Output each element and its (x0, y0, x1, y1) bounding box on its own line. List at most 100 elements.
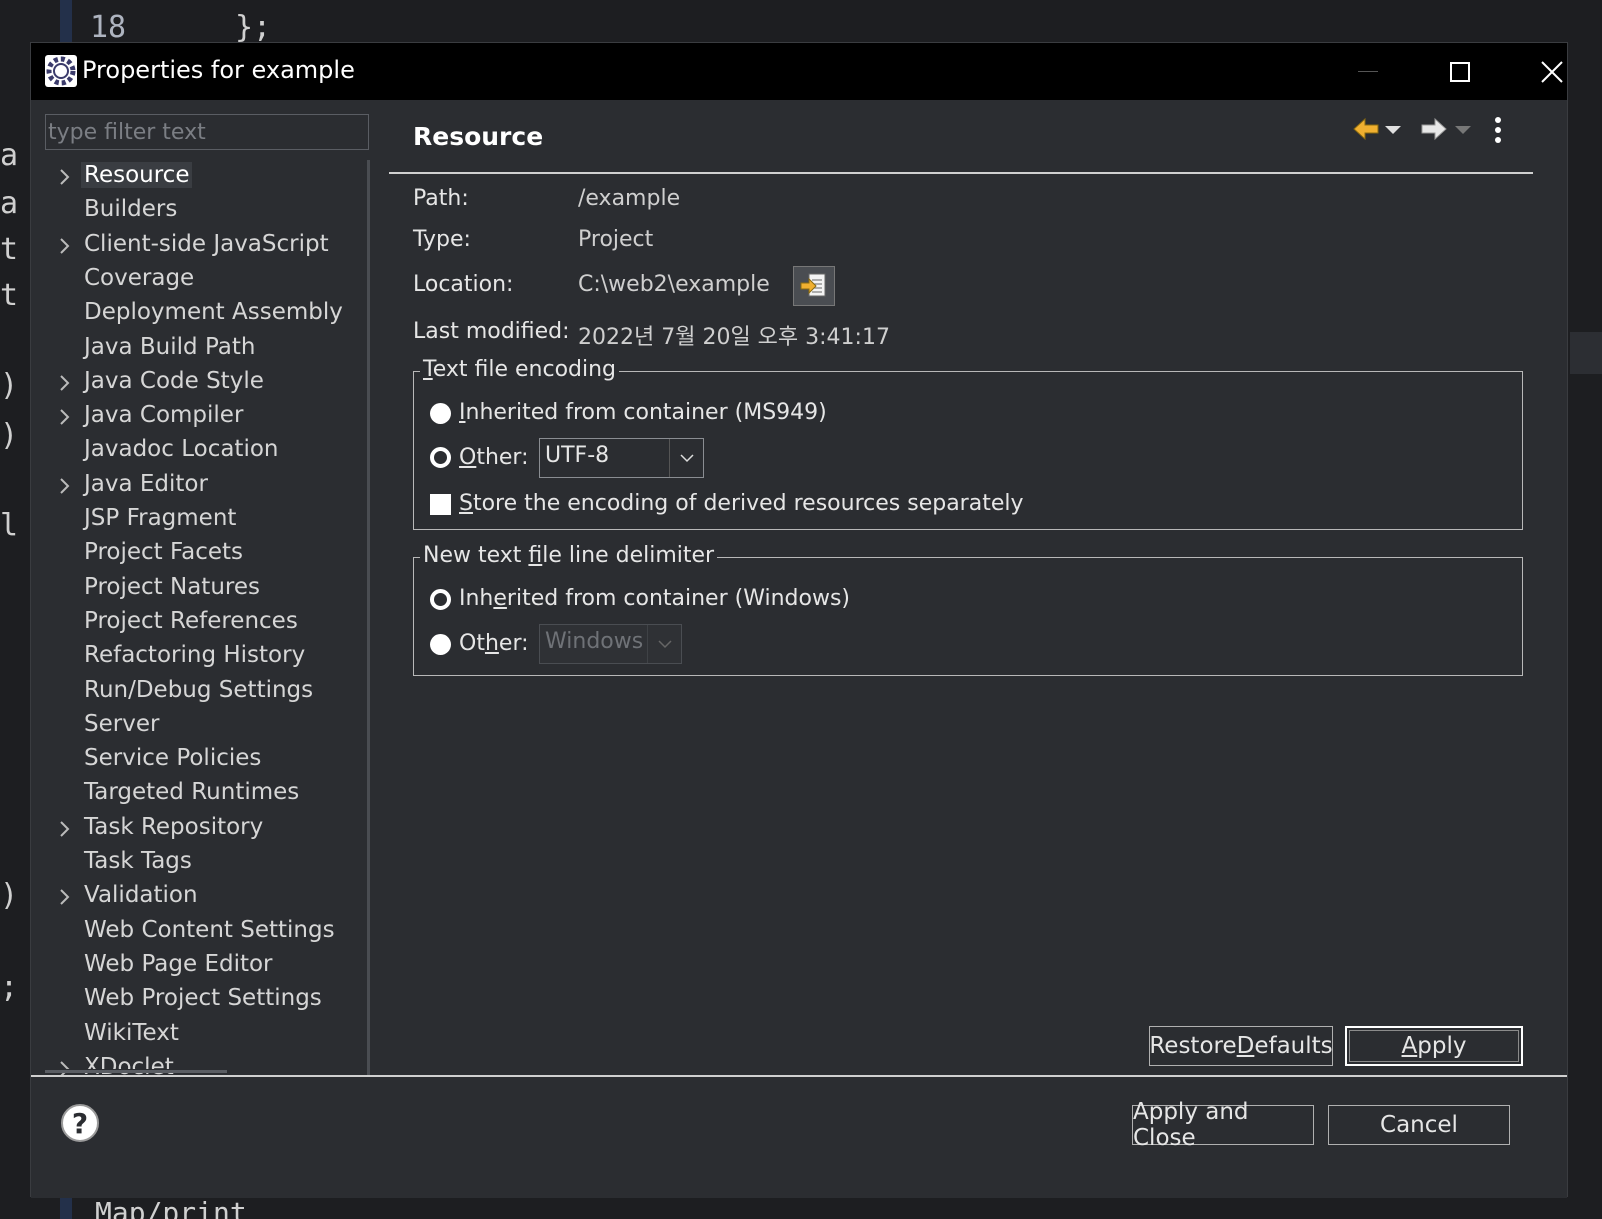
tree-item[interactable]: Coverage (45, 263, 365, 297)
chevron-right-icon[interactable] (59, 406, 71, 428)
tree-item[interactable]: Javadoc Location (45, 434, 365, 468)
tree-item[interactable]: Refactoring History (45, 640, 365, 674)
tree-item[interactable]: Web Page Editor (45, 949, 365, 983)
tree-item[interactable]: Server (45, 709, 365, 743)
editor-marker (1570, 332, 1602, 374)
label-pre: Inh (459, 586, 494, 611)
tree-item[interactable]: Run/Debug Settings (45, 675, 365, 709)
tree-item[interactable]: Deployment Assembly (45, 297, 365, 331)
code-fragment-bottom: Map/print (95, 1196, 247, 1219)
tree-item[interactable]: Task Repository (45, 812, 365, 846)
apply-and-close-button[interactable]: Apply and Close (1132, 1099, 1314, 1151)
label-rest: er: (498, 631, 529, 656)
encoding-inherited-label[interactable]: Inherited from container (MS949) (459, 400, 827, 425)
show-in-explorer-button[interactable] (793, 266, 835, 306)
forward-arrow-icon[interactable] (1419, 114, 1449, 144)
tree-item-label: Project Natures (84, 573, 260, 600)
delimiter-inherited-radio[interactable] (430, 589, 451, 610)
last-modified-label: Last modified: (413, 319, 570, 344)
type-value: Project (578, 227, 654, 252)
tree-item-label: Server (84, 710, 160, 737)
maximize-button[interactable] (1414, 43, 1506, 100)
tree-item[interactable]: Builders (45, 194, 365, 228)
minimize-icon (1358, 71, 1378, 72)
tree-item[interactable]: Project Natures (45, 572, 365, 606)
tree-item-label: JSP Fragment (84, 505, 237, 531)
back-arrow-icon[interactable] (1351, 114, 1381, 144)
title-separator (389, 172, 1533, 174)
help-icon[interactable]: ? (61, 1104, 99, 1142)
label-rest: pply (1417, 1033, 1467, 1059)
chevron-right-icon[interactable] (59, 475, 71, 497)
chevron-right-icon[interactable] (59, 1058, 71, 1076)
tree-item-label: Validation (84, 882, 198, 909)
code-fragment-left: l (0, 508, 19, 543)
back-dropdown-icon[interactable] (1384, 124, 1402, 136)
encoding-other-label[interactable]: Other: (459, 445, 529, 470)
chevron-right-icon[interactable] (59, 886, 71, 908)
tree-item-label: Targeted Runtimes (84, 779, 300, 806)
tree-item[interactable]: Java Code Style (45, 366, 365, 400)
delimiter-other-label[interactable]: Other: (459, 631, 529, 656)
delimiter-select[interactable]: Windows (539, 624, 682, 664)
tree-item-label: Project Facets (84, 539, 244, 566)
chevron-right-icon[interactable] (59, 372, 71, 394)
encoding-select[interactable]: UTF-8 (539, 438, 704, 478)
eclipse-gear-icon (45, 55, 77, 87)
encoding-inherited-radio[interactable] (430, 403, 451, 424)
tree-item[interactable]: Resource (45, 160, 365, 194)
minimize-button[interactable] (1322, 43, 1414, 100)
close-button[interactable] (1506, 43, 1598, 100)
tree-item[interactable]: Project Facets (45, 537, 365, 571)
tree-item[interactable]: WikiText (45, 1018, 365, 1052)
tree-item[interactable]: JSP Fragment (45, 503, 365, 537)
tree-item[interactable]: Java Compiler (45, 400, 365, 434)
filter-input[interactable] (45, 114, 369, 150)
tree-item[interactable]: Validation (45, 880, 365, 914)
text-encoding-title: Text file encoding (420, 357, 620, 382)
code-fragment-left: t (0, 278, 19, 313)
apply-button[interactable]: Apply (1345, 1026, 1523, 1066)
chevron-right-icon[interactable] (59, 166, 71, 188)
tree-item-label: Run/Debug Settings (84, 676, 314, 703)
tree-item-label: Web Content Settings (84, 916, 335, 943)
tree-item[interactable]: Service Policies (45, 743, 365, 777)
tree-item[interactable]: Web Content Settings (45, 915, 365, 949)
store-separately-label[interactable]: Store the encoding of derived resources … (459, 491, 1024, 516)
chevron-right-icon[interactable] (59, 235, 71, 257)
delimiter-other-radio[interactable] (430, 634, 451, 655)
tree-item-label: Java Build Path (84, 333, 256, 360)
open-folder-icon (800, 273, 826, 297)
view-menu-icon[interactable] (1494, 116, 1502, 146)
title-bar[interactable]: Properties for example (31, 43, 1567, 100)
close-icon (1541, 60, 1563, 83)
store-separately-checkbox[interactable] (430, 494, 451, 515)
mnemonic-key: T (423, 357, 433, 382)
page-title: Resource (413, 122, 544, 151)
tree-hscroll-thumb[interactable] (45, 1070, 227, 1073)
cancel-button[interactable]: Cancel (1328, 1105, 1510, 1145)
code-fragment-left: a (0, 186, 19, 221)
code-fragment: }; (235, 10, 272, 45)
restore-defaults-button[interactable]: Restore Defaults (1149, 1026, 1333, 1066)
tree-scrollbar[interactable] (367, 160, 370, 1076)
tree-item[interactable]: Web Project Settings (45, 983, 365, 1017)
tree-item[interactable]: Client-side JavaScript (45, 229, 365, 263)
tree-item-label: Refactoring History (84, 642, 306, 669)
tree-item[interactable]: Java Build Path (45, 332, 365, 366)
tree-item[interactable]: Project References (45, 606, 365, 640)
tree-item[interactable]: Targeted Runtimes (45, 777, 365, 811)
properties-dialog: Properties for example Resource Builders C… (30, 42, 1568, 1198)
text-encoding-group: Text file encoding Inherited from contai… (413, 357, 1523, 530)
maximize-icon (1450, 61, 1470, 82)
delimiter-inherited-label[interactable]: Inherited from container (Windows) (459, 586, 850, 611)
property-page: Resource Path: /example Type: Project Lo… (389, 100, 1533, 1076)
label-rest: nherited from container (MS949) (465, 400, 827, 425)
chevron-right-icon[interactable] (59, 818, 71, 840)
forward-dropdown-icon[interactable] (1454, 124, 1472, 136)
tree-item[interactable]: Task Tags (45, 846, 365, 880)
encoding-other-radio[interactable] (430, 447, 451, 468)
label-rest: ther: (476, 445, 529, 470)
left-pane: Resource Builders Client-side JavaScript Co… (31, 100, 389, 1140)
tree-item[interactable]: Java Editor (45, 469, 365, 503)
